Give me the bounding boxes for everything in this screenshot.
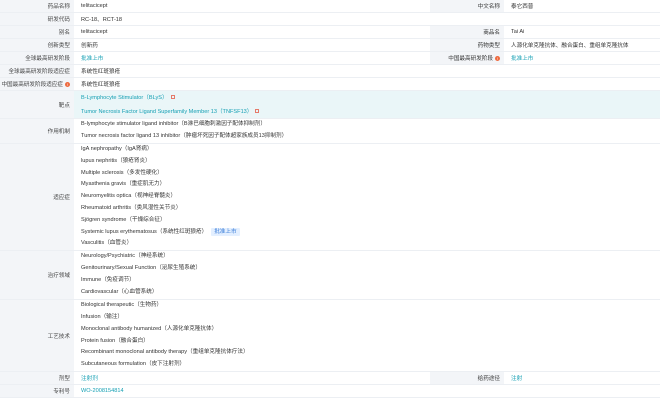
- indication-item: Neuromyelitis optica（视神经脊髓炎）: [81, 193, 177, 200]
- therapy-item: Immune（免疫调节）: [81, 277, 135, 283]
- target-list: B-Lymphocyte Stimulator（BLyS） Tumor Necr…: [74, 91, 660, 118]
- china-phase-cell: 批准上市: [504, 52, 660, 64]
- therapy-item: Cardiovascular（心血管系统）: [81, 288, 158, 295]
- mechanism-item: Tumor necrosis factor ligand 13 inhibito…: [81, 133, 288, 139]
- target-link-blys[interactable]: B-Lymphocyte Stimulator（BLyS）: [81, 95, 168, 101]
- global-phase-link[interactable]: 批准上市: [81, 54, 103, 62]
- codes-value: RC-18、RCT-18: [81, 17, 123, 23]
- innovation-value: 创新药: [81, 43, 98, 49]
- drug-name-label: 药品名称: [0, 0, 74, 12]
- codes-label: 研发代码: [0, 13, 74, 25]
- global-indication-label: 全球最高研发阶段适应症: [0, 65, 74, 77]
- patent-label: 专利号: [0, 385, 74, 397]
- technology-item: Monoclonal antibody humanized（人源化单克隆抗体）: [81, 325, 218, 332]
- info-badge-icon[interactable]: !: [65, 81, 70, 87]
- row-mechanism: 作用机制 B-lymphocyte stimulator ligand inhi…: [0, 119, 660, 144]
- row-technology: 工艺技术 Biological therapeutic（生物药） Infusio…: [0, 300, 660, 372]
- external-link-icon[interactable]: [255, 108, 260, 113]
- global-indication-value: 系统性红斑狼疮: [81, 69, 121, 75]
- row-patent: 专利号 WO-2008154814: [0, 385, 660, 398]
- target-label: 靶点: [0, 91, 74, 118]
- row-china-indication: 中国最高研发阶段适应症 ! 系统性红斑狼疮: [0, 78, 660, 91]
- drug-type-value: 人源化单克隆抗体、融合蛋白、重组单克隆抗体: [511, 43, 629, 49]
- therapy-item: Neurology/Psychiatric（神经系统）: [81, 253, 169, 260]
- drug-name-value: telitacicept: [81, 3, 108, 9]
- route-link[interactable]: 注射: [511, 374, 522, 382]
- technology-item: Biological therapeutic（生物药）: [81, 302, 163, 309]
- cn-name-value: 泰它西普: [511, 4, 534, 10]
- row-dosage: 剂型 注射剂 给药途径 注射: [0, 372, 660, 385]
- therapy-list: Neurology/Psychiatric（神经系统） Genitourinar…: [74, 251, 660, 299]
- row-alias: 别名 telitacicept 商品名 Tai Ai: [0, 26, 660, 39]
- alias-value: telitacicept: [81, 29, 108, 35]
- indication-item: Sjögren syndrome（干燥综合征）: [81, 216, 166, 223]
- therapy-item: Genitourinary/Sexual Function（泌尿生殖系统）: [81, 265, 201, 272]
- technology-item: Recombinant monoclonal antibody therapy（…: [81, 349, 249, 356]
- indication-item-text: Systemic lupus erythematosus（系统性红斑狼疮）: [81, 228, 208, 235]
- china-indication-value: 系统性红斑狼疮: [81, 82, 121, 88]
- target-item: Tumor Necrosis Factor Ligand Superfamily…: [81, 105, 260, 119]
- indication-item: lupus nephritis（狼疮肾炎）: [81, 157, 151, 164]
- row-global-indication: 全球最高研发阶段适应症 系统性红斑狼疮: [0, 65, 660, 78]
- cn-name-label: 中文名称: [430, 0, 504, 12]
- drug-type-label: 药物类型: [430, 39, 504, 51]
- china-indication-label: 中国最高研发阶段适应症 !: [0, 78, 74, 90]
- mechanism-item: B-lymphocyte stimulator ligand inhibitor…: [81, 121, 266, 128]
- technology-item: Subcutaneous formulation（皮下注射剂）: [81, 361, 186, 368]
- global-phase-label-text: 全球最高研发阶段: [25, 56, 70, 62]
- dosage-link[interactable]: 注射剂: [81, 374, 98, 382]
- route-cell: 注射: [504, 372, 660, 384]
- external-link-icon[interactable]: [170, 94, 175, 99]
- china-phase-link[interactable]: 批准上市: [511, 54, 533, 62]
- indication-item: Vasculitis（血管炎）: [81, 240, 133, 247]
- trade-name-value: Tai Ai: [511, 29, 525, 35]
- indications-label: 适应症: [0, 144, 74, 250]
- technology-list: Biological therapeutic（生物药） Infusion（输注）…: [74, 300, 660, 371]
- global-phase-label: 全球最高研发阶段: [0, 52, 74, 64]
- info-badge-icon[interactable]: !: [495, 55, 500, 61]
- target-link-tnfsf13[interactable]: Tumor Necrosis Factor Ligand Superfamily…: [81, 109, 252, 115]
- indication-item: Rheumatoid arthritis（类风湿性关节炎）: [81, 204, 182, 211]
- global-phase-cell: 批准上市: [74, 52, 430, 64]
- drug-detail-table: 药品名称 telitacicept 中文名称 泰它西普 研发代码 RC-18、R…: [0, 0, 660, 398]
- china-indication-label-text: 中国最高研发阶段适应症: [1, 82, 63, 88]
- row-therapy: 治疗领域 Neurology/Psychiatric（神经系统） Genitou…: [0, 251, 660, 300]
- dosage-label: 剂型: [0, 372, 74, 384]
- indication-item: IgA nephropathy（IgA肾病）: [81, 145, 153, 152]
- trade-name-label: 商品名: [430, 26, 504, 38]
- indications-list: IgA nephropathy（IgA肾病） lupus nephritis（狼…: [74, 144, 660, 250]
- technology-item: Infusion（输注）: [81, 313, 123, 320]
- technology-label: 工艺技术: [0, 300, 74, 371]
- alias-label: 别名: [0, 26, 74, 38]
- indication-item: Multiple sclerosis（多发性硬化）: [81, 169, 163, 176]
- technology-item: Protein fusion（融合蛋白）: [81, 337, 149, 344]
- indication-item: Systemic lupus erythematosus（系统性红斑狼疮） 批准上…: [81, 227, 240, 239]
- row-phase: 全球最高研发阶段 批准上市 中国最高研发阶段 ! 批准上市: [0, 52, 660, 65]
- china-phase-label-text: 中国最高研发阶段: [448, 56, 493, 62]
- therapy-label: 治疗领域: [0, 251, 74, 299]
- innovation-label: 创新类型: [0, 39, 74, 51]
- row-codes: 研发代码 RC-18、RCT-18: [0, 13, 660, 26]
- row-target: 靶点 B-Lymphocyte Stimulator（BLyS） Tumor N…: [0, 91, 660, 119]
- patent-cell: WO-2008154814: [74, 385, 660, 397]
- route-label: 给药途径: [430, 372, 504, 384]
- china-phase-label: 中国最高研发阶段 !: [430, 52, 504, 64]
- indication-item: Myasthenia gravis（重症肌无力）: [81, 181, 166, 188]
- mechanism-list: B-lymphocyte stimulator ligand inhibitor…: [74, 119, 660, 143]
- mechanism-label: 作用机制: [0, 119, 74, 143]
- target-item: B-Lymphocyte Stimulator（BLyS）: [81, 91, 175, 105]
- dosage-cell: 注射剂: [74, 372, 430, 384]
- patent-link[interactable]: WO-2008154814: [81, 388, 124, 394]
- approved-tag: 批准上市: [211, 227, 240, 236]
- row-innovation: 创新类型 创新药 药物类型 人源化单克隆抗体、融合蛋白、重组单克隆抗体: [0, 39, 660, 52]
- row-drug-name: 药品名称 telitacicept 中文名称 泰它西普: [0, 0, 660, 13]
- row-indications: 适应症 IgA nephropathy（IgA肾病） lupus nephrit…: [0, 144, 660, 251]
